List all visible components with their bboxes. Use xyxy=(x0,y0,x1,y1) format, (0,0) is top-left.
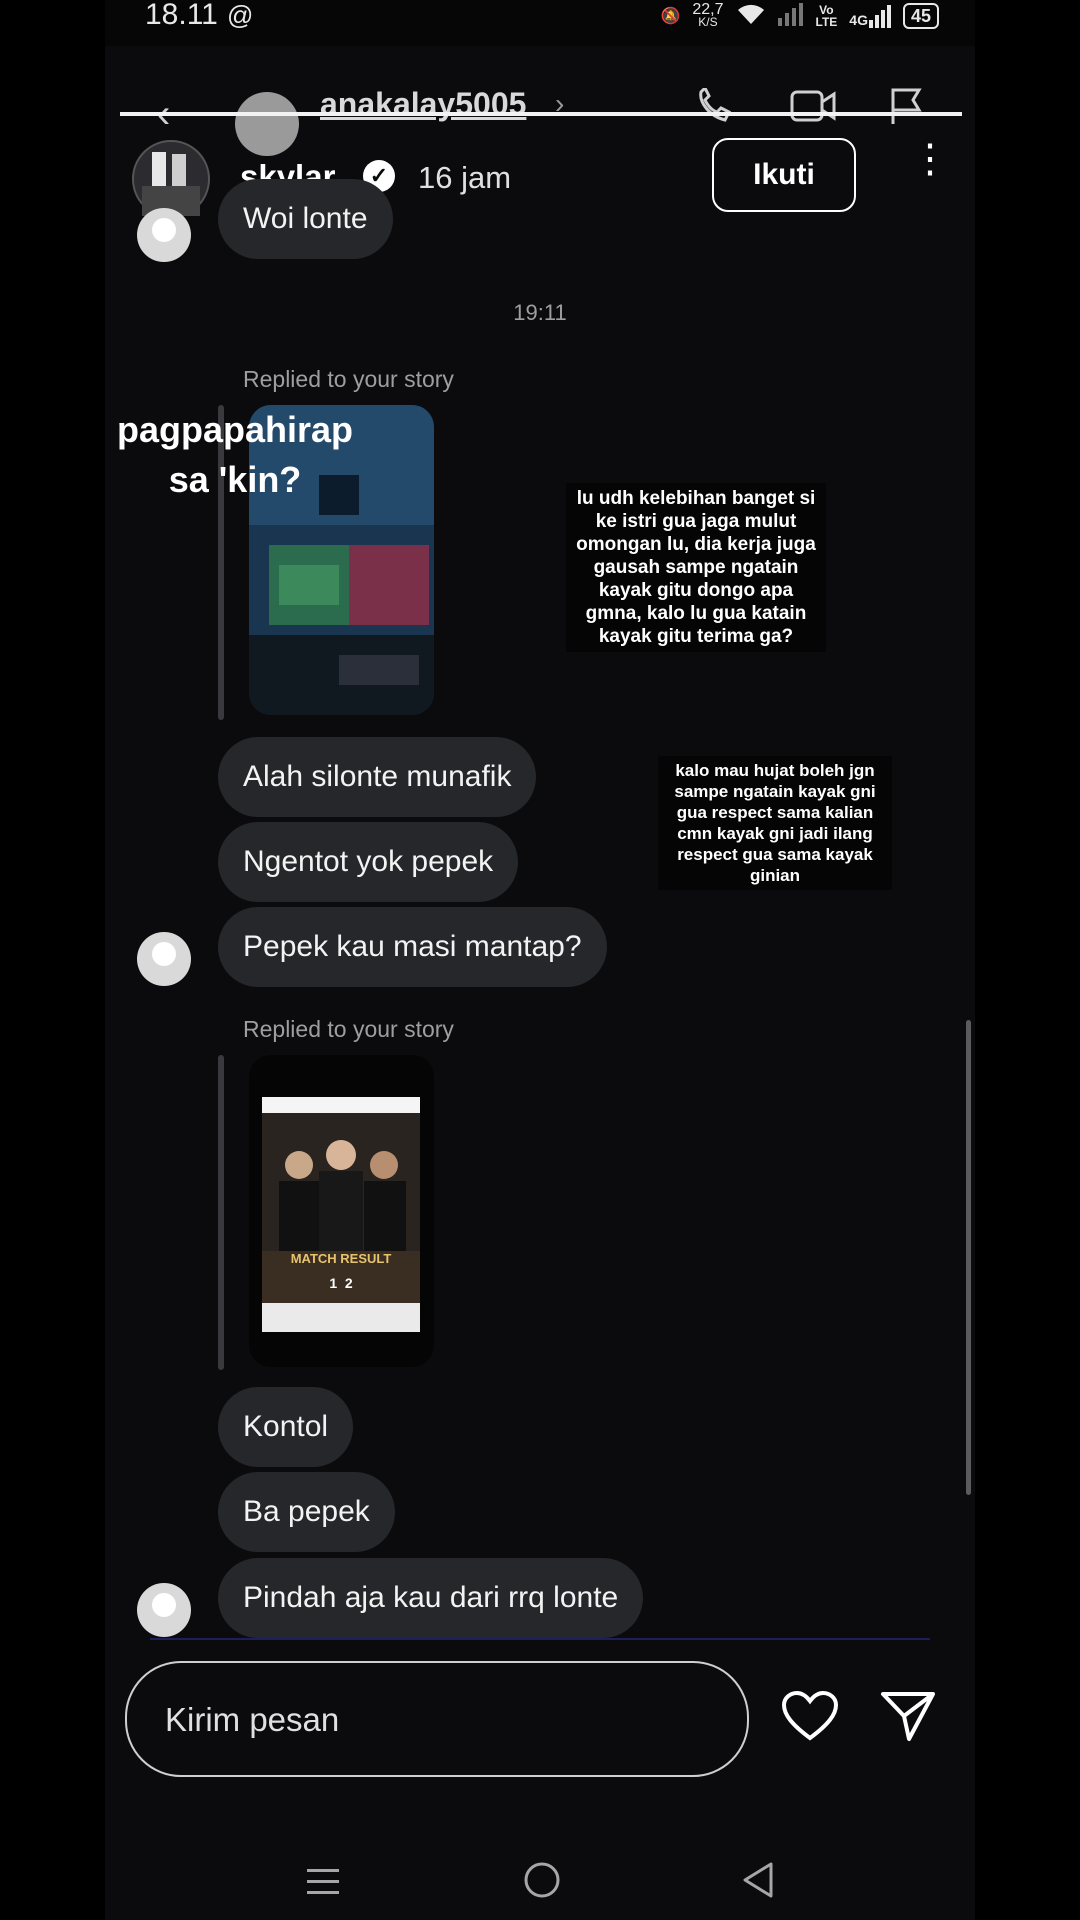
more-options-icon[interactable]: ⋮ xyxy=(910,139,950,179)
story2-headline: MATCH RESULT xyxy=(290,1251,392,1266)
text-overlay-box-1: lu udh kelebihan banget si ke istri gua … xyxy=(566,483,826,652)
message-bubble[interactable]: Pepek kau masi mantap? xyxy=(218,907,607,987)
recent-apps-icon[interactable] xyxy=(305,1860,341,1910)
home-icon[interactable] xyxy=(523,1860,561,1910)
story-thumbnail-2[interactable]: MATCH RESULT 1 2 xyxy=(249,1055,434,1367)
story-caption-line-2: sa 'kin? xyxy=(168,459,302,500)
message-bubble[interactable]: Ba pepek xyxy=(218,1472,395,1552)
sender-avatar[interactable] xyxy=(137,208,191,262)
back-nav-icon[interactable] xyxy=(741,1860,775,1910)
wifi-icon xyxy=(736,2,766,31)
reply-label: Replied to your story xyxy=(243,366,454,392)
story2-score: 1 2 xyxy=(329,1275,353,1291)
volte-bottom: LTE xyxy=(815,15,838,29)
story-author-avatar[interactable] xyxy=(132,140,210,218)
volte-indicator: Vo LTE xyxy=(816,4,838,28)
flag-icon[interactable] xyxy=(889,88,925,133)
status-time: 18.11 xyxy=(145,0,218,31)
system-nav-bar xyxy=(105,1860,975,1920)
chat-timestamp: 19:11 xyxy=(513,300,567,325)
divider xyxy=(150,1638,930,1640)
video-icon[interactable] xyxy=(790,88,838,133)
battery-icon: 45 xyxy=(902,3,939,29)
network-type: 4G xyxy=(849,4,891,28)
threads-icon: @ xyxy=(227,0,254,30)
sender-avatar[interactable] xyxy=(137,1583,191,1637)
scrollbar[interactable] xyxy=(966,1020,971,1495)
send-icon[interactable] xyxy=(880,1690,936,1747)
signal-icon-1 xyxy=(777,2,804,31)
heart-icon[interactable] xyxy=(781,1690,839,1747)
signal-icon-2 xyxy=(868,5,891,28)
net-speed: 22,7 K/S xyxy=(692,2,723,29)
message-bubble[interactable]: Woi lonte xyxy=(218,179,393,259)
network-type-label: 4G xyxy=(849,12,868,28)
follow-button[interactable]: Ikuti xyxy=(712,138,856,212)
message-bubble[interactable]: Pindah aja kau dari rrq lonte xyxy=(218,1558,644,1638)
text-overlay-box-2: kalo mau hujat boleh jgn sampe ngatain k… xyxy=(658,756,892,890)
message-bubble[interactable]: Ngentot yok pepek xyxy=(218,822,519,902)
story-time-ago: 16 jam xyxy=(418,160,512,195)
call-icon[interactable] xyxy=(693,85,733,133)
message-bubble[interactable]: Alah silonte munafik xyxy=(218,737,537,817)
net-speed-unit: K/S xyxy=(698,15,718,29)
story-progress-bar xyxy=(120,112,962,116)
status-bar: 18.11 @ 🔕 22,7 K/S Vo LTE 4G 45 xyxy=(105,0,975,46)
dm-username[interactable]: anakalay5005 xyxy=(320,86,526,123)
story-caption-overlay: pagpapahirap sa 'kin? xyxy=(105,405,380,505)
message-input-placeholder: Kirim pesan xyxy=(165,1701,340,1738)
reply-indicator-bar xyxy=(218,1055,224,1370)
message-bubble[interactable]: Kontol xyxy=(218,1387,354,1467)
mute-icon: 🔕 xyxy=(660,8,681,25)
message-input[interactable]: Kirim pesan xyxy=(125,1661,749,1777)
sender-avatar[interactable] xyxy=(137,932,191,986)
story-caption-line-1: pagpapahirap xyxy=(116,409,354,450)
app-frame: 18.11 @ 🔕 22,7 K/S Vo LTE 4G 45 anakalay… xyxy=(105,0,975,1920)
status-icons: 🔕 22,7 K/S Vo LTE 4G 45 xyxy=(660,0,939,32)
reply-label: Replied to your story xyxy=(243,1016,454,1042)
